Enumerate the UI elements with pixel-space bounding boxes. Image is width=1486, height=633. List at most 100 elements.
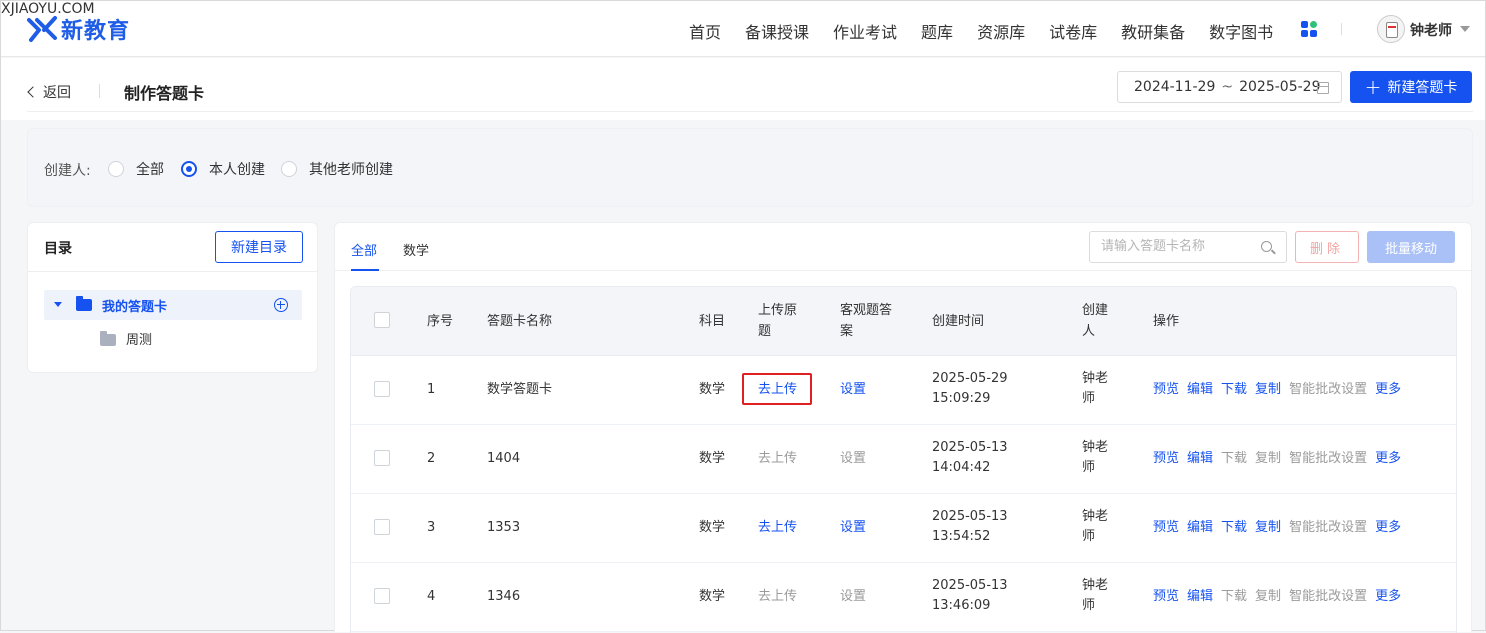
row-operations: 预览 编辑 下载 复制 智能批改设置 更多 — [1153, 380, 1409, 400]
search-input[interactable]: 请输入答题卡名称 — [1089, 231, 1287, 263]
creator-filter: 创建人: 全部 本人创建 其他老师创建 — [27, 128, 1473, 207]
radio-all[interactable]: 全部 — [108, 159, 164, 179]
header-upload: 上传原题 — [758, 303, 798, 339]
add-circle-icon[interactable] — [274, 298, 288, 312]
tree-item-label: 我的答题卡 — [102, 300, 168, 315]
apps-grid-icon[interactable] — [1301, 21, 1317, 37]
plus-icon: + — [1364, 75, 1382, 99]
upload-link[interactable]: 去上传 — [758, 380, 797, 400]
copy-link[interactable]: 复制 — [1255, 382, 1281, 397]
edit-link[interactable]: 编辑 — [1187, 451, 1213, 466]
row-index: 1 — [427, 382, 436, 397]
answer-card-panel: 全部 数学 请输入答题卡名称 删除 批量移动 序号 答题卡名称 科目 上传原题 … — [334, 222, 1472, 633]
preview-link[interactable]: 预览 — [1153, 589, 1179, 604]
folder-icon — [100, 331, 116, 346]
row-name: 1404 — [487, 451, 521, 466]
download-link[interactable]: 下载 — [1221, 382, 1247, 397]
delete-button[interactable]: 删除 — [1295, 231, 1359, 263]
user-name[interactable]: 钟老师 — [1410, 20, 1452, 40]
download-link: 下载 — [1221, 589, 1248, 604]
nav-item-research[interactable]: 教研集备 — [1121, 19, 1185, 43]
tab-math[interactable]: 数学 — [403, 240, 429, 259]
more-link[interactable]: 更多 — [1375, 589, 1401, 604]
edit-link[interactable]: 编辑 — [1187, 589, 1213, 604]
upload-link[interactable]: 去上传 — [758, 518, 797, 538]
nav-item-home[interactable]: 首页 — [689, 19, 721, 43]
row-checkbox[interactable] — [374, 519, 390, 535]
nav-item-lessons[interactable]: 备课授课 — [745, 19, 809, 43]
preview-link[interactable]: 预览 — [1153, 382, 1179, 397]
radio-label: 本人创建 — [209, 162, 265, 178]
row-name: 数学答题卡 — [487, 382, 553, 397]
tree-item-my-cards[interactable]: 我的答题卡 — [44, 290, 302, 320]
radio-label: 其他老师创建 — [309, 162, 393, 178]
row-checkbox[interactable] — [374, 381, 390, 397]
preview-link[interactable]: 预览 — [1153, 520, 1179, 535]
edit-link[interactable]: 编辑 — [1187, 382, 1213, 397]
user-avatar[interactable] — [1377, 15, 1405, 43]
new-answer-card-button[interactable]: + 新建答题卡 — [1350, 71, 1472, 103]
row-index: 2 — [427, 451, 436, 466]
download-link: 下载 — [1221, 451, 1248, 466]
caret-down-icon[interactable] — [54, 302, 62, 307]
folder-icon — [76, 296, 92, 311]
calendar-icon — [1317, 82, 1329, 94]
smart-grading-link: 智能批改设置 — [1289, 589, 1368, 604]
search-icon[interactable] — [1261, 241, 1272, 252]
back-label: 返回 — [43, 85, 71, 101]
header-index: 序号 — [427, 314, 454, 329]
nav-item-digital-books[interactable]: 数字图书 — [1209, 19, 1273, 43]
radio-circle-icon — [108, 161, 124, 177]
logo-mark-icon — [27, 14, 57, 44]
chevron-down-icon[interactable] — [1460, 26, 1470, 32]
set-objective-link[interactable]: 设置 — [840, 380, 866, 400]
date-range-picker[interactable]: 2024-11-29 ~ 2025-05-29 — [1117, 71, 1342, 103]
header-creator: 创建人 — [1082, 303, 1109, 339]
new-answer-card-label: 新建答题卡 — [1387, 80, 1458, 96]
row-name: 1353 — [487, 520, 521, 535]
preview-link[interactable]: 预览 — [1153, 451, 1179, 466]
row-operations: 预览 编辑 下载 复制 智能批改设置 更多 — [1153, 449, 1409, 469]
select-all-checkbox[interactable] — [374, 312, 390, 328]
smart-grading-link: 智能批改设置 — [1289, 520, 1368, 535]
table-row: 1 数学答题卡 数学 去上传 设置 2025-05-29 15:09:29 钟老师… — [351, 356, 1456, 425]
directory-title: 目录 — [44, 241, 72, 257]
new-directory-button[interactable]: 新建目录 — [215, 231, 303, 263]
row-index: 3 — [427, 520, 436, 535]
radio-self-created[interactable]: 本人创建 — [181, 159, 265, 179]
table-row: 4 1346 数学 去上传 设置 2025-05-13 13:46:09 钟老师 … — [351, 563, 1456, 632]
row-checkbox[interactable] — [374, 450, 390, 466]
row-created-time: 2025-05-13 13:46:09 — [932, 578, 1008, 613]
row-subject: 数学 — [699, 382, 726, 397]
nav-item-resources[interactable]: 资源库 — [977, 19, 1025, 43]
row-created-time: 2025-05-13 13:54:52 — [932, 509, 1008, 544]
row-created-time: 2025-05-13 14:04:42 — [932, 440, 1008, 475]
row-creator: 钟老师 — [1082, 371, 1109, 406]
header-subject: 科目 — [699, 314, 726, 329]
brand-name: 新教育 — [61, 19, 131, 44]
download-link[interactable]: 下载 — [1221, 520, 1247, 535]
batch-move-button[interactable]: 批量移动 — [1367, 231, 1455, 263]
row-creator: 钟老师 — [1082, 440, 1109, 475]
row-checkbox[interactable] — [374, 588, 390, 604]
back-button[interactable]: 返回 — [27, 82, 71, 102]
brand-logo[interactable]: 新教育 — [27, 13, 130, 45]
row-created-time: 2025-05-29 15:09:29 — [932, 371, 1008, 406]
table-header: 序号 答题卡名称 科目 上传原题 客观题答案 创建时间 创建人 操作 — [351, 287, 1456, 356]
nav-item-papers[interactable]: 试卷库 — [1049, 19, 1097, 43]
row-creator: 钟老师 — [1082, 509, 1109, 544]
nav-item-question-bank[interactable]: 题库 — [921, 19, 953, 43]
answer-card-table: 序号 答题卡名称 科目 上传原题 客观题答案 创建时间 创建人 操作 1 数学答… — [350, 286, 1457, 633]
more-link[interactable]: 更多 — [1375, 520, 1401, 535]
radio-other-teachers[interactable]: 其他老师创建 — [281, 159, 393, 179]
set-objective-link[interactable]: 设置 — [840, 518, 866, 538]
tab-all[interactable]: 全部 — [351, 240, 377, 259]
more-link[interactable]: 更多 — [1375, 451, 1401, 466]
nav-item-homework[interactable]: 作业考试 — [833, 19, 897, 43]
edit-link[interactable]: 编辑 — [1187, 520, 1213, 535]
copy-link[interactable]: 复制 — [1255, 520, 1281, 535]
row-operations: 预览 编辑 下载 复制 智能批改设置 更多 — [1153, 518, 1409, 538]
more-link[interactable]: 更多 — [1375, 382, 1401, 397]
table-row: 3 1353 数学 去上传 设置 2025-05-13 13:54:52 钟老师 … — [351, 494, 1456, 563]
main-nav: 首页 备课授课 作业考试 题库 资源库 试卷库 教研集备 数字图书 — [689, 19, 1297, 43]
